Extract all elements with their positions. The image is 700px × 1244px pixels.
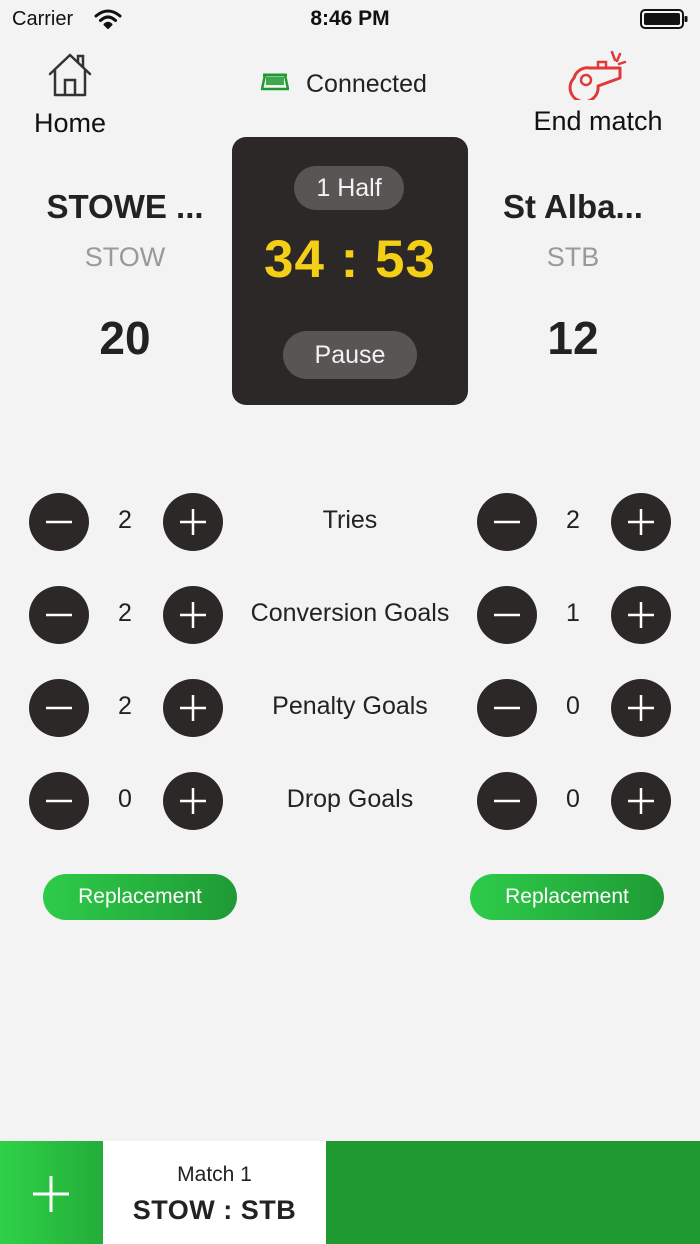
home-button[interactable]: Home — [22, 50, 118, 146]
stat-row-drop-goals: 0 Drop Goals 0 — [0, 771, 700, 831]
add-match-button[interactable] — [0, 1141, 103, 1244]
home-conversion-increment-button[interactable] — [163, 586, 223, 644]
end-match-button[interactable]: End match — [514, 48, 682, 148]
home-conversion-value: 2 — [118, 599, 132, 627]
plus-icon — [628, 509, 654, 535]
away-penalty-increment-button[interactable] — [611, 679, 671, 737]
away-conversion-value: 1 — [566, 599, 580, 627]
plus-icon — [628, 695, 654, 721]
away-team-panel: St Alba... STB 12 — [473, 188, 673, 365]
status-time: 8:46 PM — [310, 7, 390, 30]
end-match-label: End match — [533, 106, 663, 136]
away-tries-decrement-button[interactable] — [477, 493, 537, 551]
plus-icon — [180, 788, 206, 814]
connection-status: Connected — [260, 66, 427, 102]
minus-icon — [46, 799, 72, 803]
away-replacement-button[interactable]: Replacement — [470, 874, 664, 920]
minus-icon — [494, 613, 520, 617]
away-penalty-decrement-button[interactable] — [477, 679, 537, 737]
minus-icon — [46, 706, 72, 710]
stat-row-penalty-goals: 2 Penalty Goals 0 — [0, 678, 700, 738]
away-drop-value: 0 — [566, 785, 580, 813]
home-penalty-increment-button[interactable] — [163, 679, 223, 737]
away-team-score: 12 — [547, 312, 599, 364]
away-tries-increment-button[interactable] — [611, 493, 671, 551]
home-team-name: STOWE ... — [46, 188, 204, 225]
minus-icon — [46, 520, 72, 524]
stat-label-penalty-goals: Penalty Goals — [272, 692, 428, 720]
battery-icon — [640, 9, 688, 29]
match-timer-panel: 1 Half 34 : 53 Pause — [232, 137, 468, 405]
home-tries-increment-button[interactable] — [163, 493, 223, 551]
stat-row-conversion-goals: 2 Conversion Goals 1 — [0, 585, 700, 645]
whistle-icon — [514, 48, 682, 100]
home-team-score: 20 — [99, 312, 151, 364]
minus-icon — [494, 706, 520, 710]
home-label: Home — [33, 108, 107, 138]
away-team-abbr: STB — [546, 242, 600, 272]
minus-icon — [494, 520, 520, 524]
away-tries-value: 2 — [566, 506, 580, 534]
plus-icon — [180, 602, 206, 628]
away-penalty-value: 0 — [566, 692, 580, 720]
plus-icon — [628, 602, 654, 628]
home-team-abbr: STOW — [84, 242, 166, 272]
away-team-name: St Alba... — [503, 188, 643, 225]
home-team-panel: STOWE ... STOW 20 — [25, 188, 225, 365]
away-drop-increment-button[interactable] — [611, 772, 671, 830]
house-icon — [22, 50, 118, 98]
connection-label: Connected — [306, 69, 427, 98]
pause-button[interactable]: Pause — [283, 331, 417, 379]
home-conversion-decrement-button[interactable] — [29, 586, 89, 644]
match-tab[interactable]: Match 1 STOW : STB — [103, 1141, 326, 1244]
away-drop-decrement-button[interactable] — [477, 772, 537, 830]
away-conversion-increment-button[interactable] — [611, 586, 671, 644]
home-penalty-value: 2 — [118, 692, 132, 720]
minus-icon — [494, 799, 520, 803]
home-penalty-decrement-button[interactable] — [29, 679, 89, 737]
plus-icon — [628, 788, 654, 814]
home-drop-decrement-button[interactable] — [29, 772, 89, 830]
plus-icon — [180, 509, 206, 535]
match-tab-title: Match 1 — [177, 1163, 252, 1186]
stat-label-tries: Tries — [322, 506, 378, 534]
plus-icon — [180, 695, 206, 721]
stat-label-conversion-goals: Conversion Goals — [250, 599, 450, 627]
stat-row-tries: 2 Tries 2 — [0, 492, 700, 552]
match-tab-bar: Match 1 STOW : STB — [0, 1141, 700, 1244]
home-tries-value: 2 — [118, 506, 132, 534]
match-tab-teams: STOW : STB — [132, 1195, 297, 1225]
away-conversion-decrement-button[interactable] — [477, 586, 537, 644]
stat-label-drop-goals: Drop Goals — [286, 785, 414, 813]
home-replacement-button[interactable]: Replacement — [43, 874, 237, 920]
home-tries-decrement-button[interactable] — [29, 493, 89, 551]
match-clock: 34 : 53 — [263, 230, 436, 289]
minus-icon — [46, 613, 72, 617]
plus-icon — [33, 1176, 69, 1212]
status-bar: Carrier 8:46 PM — [0, 0, 700, 40]
goal-net-icon — [260, 71, 290, 98]
home-drop-increment-button[interactable] — [163, 772, 223, 830]
home-drop-value: 0 — [118, 785, 132, 813]
period-badge[interactable]: 1 Half — [294, 166, 404, 210]
